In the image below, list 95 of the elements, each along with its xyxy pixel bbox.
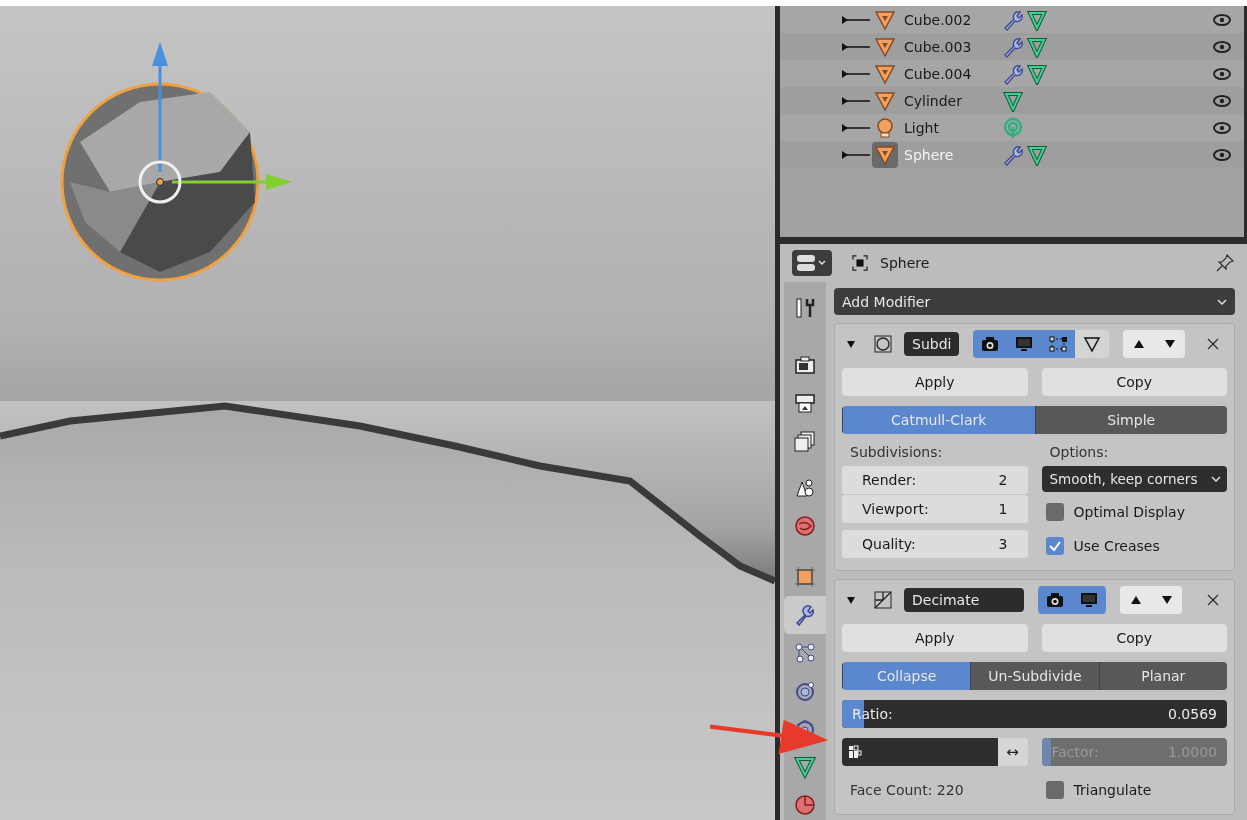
object-name[interactable]: Cube.002 bbox=[904, 11, 974, 28]
cage-toggle[interactable] bbox=[1075, 330, 1110, 358]
modifier-tab[interactable] bbox=[784, 596, 826, 634]
printer-icon bbox=[793, 391, 817, 415]
checkbox[interactable] bbox=[1045, 503, 1064, 521]
tools-icon bbox=[793, 296, 817, 320]
mesh-data-icon[interactable] bbox=[1026, 35, 1048, 58]
tree-branch-icon bbox=[842, 41, 872, 52]
render-toggle[interactable] bbox=[1038, 586, 1072, 614]
chevron-down-icon bbox=[1217, 298, 1227, 305]
object-name-label: Sphere bbox=[880, 255, 931, 271]
object-name[interactable]: Cube.004 bbox=[904, 65, 974, 82]
modifier-name-field[interactable]: Subdi bbox=[904, 332, 960, 356]
monitor-icon bbox=[1014, 335, 1035, 353]
nodes-icon bbox=[793, 641, 817, 665]
tree-branch-icon bbox=[842, 95, 872, 106]
wrench-icon bbox=[793, 603, 817, 627]
square-icon bbox=[793, 565, 817, 589]
sphere-icon bbox=[793, 793, 817, 817]
checkmark-icon bbox=[1047, 539, 1062, 553]
viewport-toggle[interactable] bbox=[1072, 586, 1106, 614]
triangle-mesh-icon bbox=[793, 755, 817, 779]
shapes-icon bbox=[793, 476, 817, 500]
grid-icon bbox=[848, 745, 862, 759]
section-label: Options: bbox=[1048, 444, 1110, 460]
camera-icon bbox=[793, 353, 817, 377]
number-field[interactable]: Viewport: 1 bbox=[842, 495, 1028, 523]
vertices-icon bbox=[1048, 335, 1069, 353]
mesh-object-icon[interactable] bbox=[872, 141, 898, 168]
apply-button[interactable]: Apply bbox=[842, 368, 1028, 396]
mesh-data-icon[interactable] bbox=[1002, 89, 1024, 112]
checkbox[interactable] bbox=[1045, 781, 1064, 799]
collapse-triangle-icon[interactable] bbox=[846, 595, 856, 605]
wrench-icon[interactable] bbox=[1002, 35, 1024, 58]
camera-icon bbox=[980, 335, 1001, 353]
object-name[interactable]: Cylinder bbox=[904, 92, 974, 109]
chevron-down-icon bbox=[1211, 476, 1221, 482]
editmode-toggle[interactable] bbox=[1041, 330, 1076, 358]
wrench-icon[interactable] bbox=[1002, 8, 1024, 31]
triangle-down-icon bbox=[1161, 596, 1172, 604]
add-modifier-dropdown[interactable]: Add Modifier bbox=[834, 288, 1235, 315]
wrench-icon[interactable] bbox=[1002, 143, 1024, 166]
close-icon[interactable] bbox=[1207, 594, 1219, 606]
triangle-up-icon bbox=[1133, 340, 1144, 348]
mesh-data-icon[interactable] bbox=[1026, 62, 1048, 85]
tree-branch-icon bbox=[842, 14, 872, 25]
decimate-icon bbox=[874, 591, 892, 609]
mode-tab[interactable]: Simple bbox=[1034, 406, 1227, 434]
eye-icon[interactable] bbox=[1212, 39, 1232, 54]
section-label: Subdivisions: bbox=[849, 444, 944, 460]
eye-icon[interactable] bbox=[1212, 66, 1232, 81]
checkbox-label[interactable]: Optimal Display bbox=[1073, 504, 1185, 520]
wrench-icon[interactable] bbox=[1002, 62, 1024, 85]
options-dropdown[interactable]: Smooth, keep corners bbox=[1041, 466, 1227, 492]
number-field[interactable]: Quality: 3 bbox=[842, 530, 1028, 558]
orbit-icon bbox=[793, 679, 817, 703]
object-icon bbox=[852, 255, 868, 271]
mode-tab[interactable]: Un-Subdivide bbox=[970, 662, 1099, 690]
eye-icon[interactable] bbox=[1212, 147, 1232, 162]
tree-branch-icon bbox=[842, 68, 872, 79]
editor-type-button[interactable] bbox=[792, 250, 832, 276]
camera-icon bbox=[1045, 591, 1065, 609]
pin-icon[interactable] bbox=[1215, 253, 1235, 273]
apply-button[interactable]: Apply bbox=[842, 624, 1028, 652]
object-name[interactable]: Light bbox=[904, 119, 974, 136]
invert-button[interactable]: ↔ bbox=[997, 738, 1028, 766]
mode-tab[interactable]: Planar bbox=[1098, 662, 1227, 690]
render-toggle[interactable] bbox=[973, 330, 1008, 358]
mesh-data-icon[interactable] bbox=[1026, 8, 1048, 31]
monitor-icon bbox=[1079, 591, 1099, 609]
triangle-icon bbox=[1082, 335, 1103, 353]
eye-icon[interactable] bbox=[1212, 120, 1232, 135]
tree-branch-icon bbox=[842, 149, 872, 160]
triangle-down-icon bbox=[1164, 340, 1175, 348]
copy-button[interactable]: Copy bbox=[1041, 624, 1227, 652]
checkbox-label[interactable]: Use Creases bbox=[1073, 538, 1160, 554]
checkbox[interactable] bbox=[1045, 537, 1064, 555]
eye-icon[interactable] bbox=[1212, 12, 1232, 27]
copy-button[interactable]: Copy bbox=[1041, 368, 1227, 396]
layers-icon bbox=[793, 429, 817, 453]
collapse-triangle-icon[interactable] bbox=[846, 339, 856, 349]
vertex-group-field[interactable] bbox=[842, 738, 998, 766]
mesh-data-icon[interactable] bbox=[1026, 143, 1048, 166]
tree-branch-icon bbox=[842, 122, 872, 133]
object-name[interactable]: Cube.003 bbox=[904, 38, 974, 55]
toggle-switch-icon bbox=[795, 252, 829, 274]
checkbox-label[interactable]: Triangulate bbox=[1073, 782, 1152, 798]
subdivision-icon bbox=[874, 335, 892, 353]
eye-icon[interactable] bbox=[1212, 93, 1232, 108]
face-count-label: Face Count: 220 bbox=[849, 782, 965, 798]
number-field[interactable]: Render: 2 bbox=[842, 466, 1028, 494]
globe-icon bbox=[793, 514, 817, 538]
close-icon[interactable] bbox=[1207, 338, 1219, 350]
triangle-up-icon bbox=[1130, 596, 1141, 604]
modifier-name-field[interactable]: Decimate bbox=[904, 588, 1024, 612]
